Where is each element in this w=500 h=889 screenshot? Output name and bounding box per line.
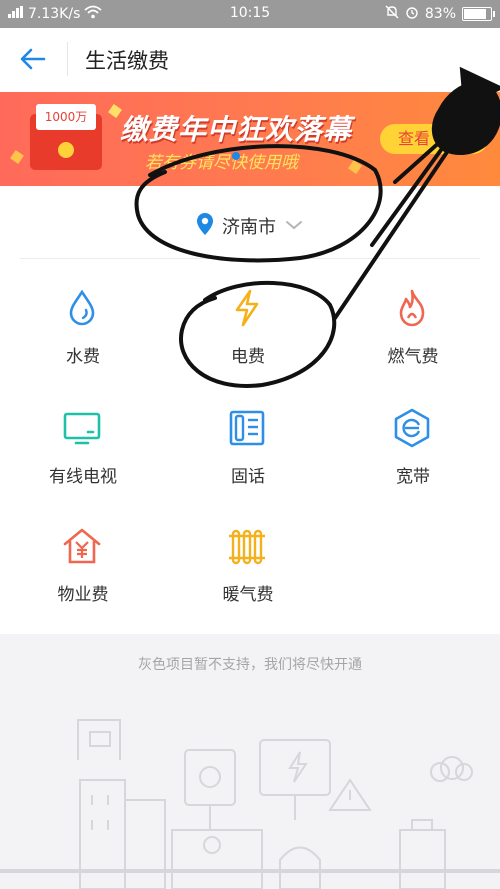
battery-fill <box>464 9 486 19</box>
flame-icon <box>392 288 432 328</box>
confetti-decoration <box>348 160 362 174</box>
service-label: 固话 <box>231 467 265 487</box>
service-label: 水费 <box>66 347 100 367</box>
alarm-icon <box>405 5 419 23</box>
property-house-icon <box>62 526 102 566</box>
coin-icon <box>58 142 74 158</box>
service-heating[interactable]: 暖气费 <box>165 518 325 618</box>
promo-banner[interactable]: 1000万 缴费年中狂欢落幕 若有券请尽快使用哦 查看 <box>0 92 500 186</box>
chevron-down-icon <box>284 217 304 236</box>
banner-headline: 缴费年中狂欢落幕 <box>120 113 353 146</box>
status-right: 83% <box>385 5 495 23</box>
service-property[interactable]: 物业费 <box>0 518 160 618</box>
service-broadband[interactable]: 宽带 <box>330 400 490 500</box>
tv-icon <box>62 408 102 448</box>
banner-subline: 若有券请尽快使用哦 <box>145 153 298 173</box>
service-label: 有线电视 <box>49 467 117 487</box>
water-drop-icon <box>62 288 102 328</box>
red-envelope-graphic: 1000万 <box>30 104 102 170</box>
location-pin-icon <box>196 212 214 240</box>
battery-icon <box>462 7 495 21</box>
banner-view-button[interactable]: 查看 <box>380 124 488 154</box>
status-bar: 7.13K/s 10:15 83% <box>0 0 500 28</box>
city-skyline-illustration <box>0 719 500 889</box>
envelope-amount: 1000万 <box>36 104 96 130</box>
silent-bell-icon <box>385 5 399 23</box>
city-name: 济南市 <box>222 217 276 238</box>
back-arrow-icon[interactable] <box>18 44 48 74</box>
confetti-decoration <box>10 150 24 164</box>
service-label: 暖气费 <box>222 585 274 605</box>
title-bar: 生活缴费 <box>0 28 500 90</box>
service-water[interactable]: 水费 <box>0 280 160 380</box>
page-title: 生活缴费 <box>85 49 169 73</box>
service-label: 物业费 <box>57 585 109 605</box>
city-selector[interactable]: 济南市 <box>0 196 500 256</box>
title-divider <box>67 42 68 76</box>
radiator-icon <box>227 526 267 566</box>
service-electricity[interactable]: 电费 <box>165 280 325 380</box>
service-label: 宽带 <box>396 467 430 487</box>
service-label: 燃气费 <box>387 347 439 367</box>
service-gas[interactable]: 燃气费 <box>330 280 490 380</box>
service-cable-tv[interactable]: 有线电视 <box>0 400 160 500</box>
service-landline[interactable]: 固话 <box>165 400 325 500</box>
broadband-icon <box>392 408 432 448</box>
telephone-icon <box>227 408 267 448</box>
unsupported-note: 灰色项目暂不支持，我们将尽快开通 <box>138 657 362 673</box>
section-divider <box>20 258 480 259</box>
service-label: 电费 <box>231 347 265 367</box>
lightning-icon <box>227 288 267 328</box>
battery-percent: 83% <box>424 6 456 22</box>
